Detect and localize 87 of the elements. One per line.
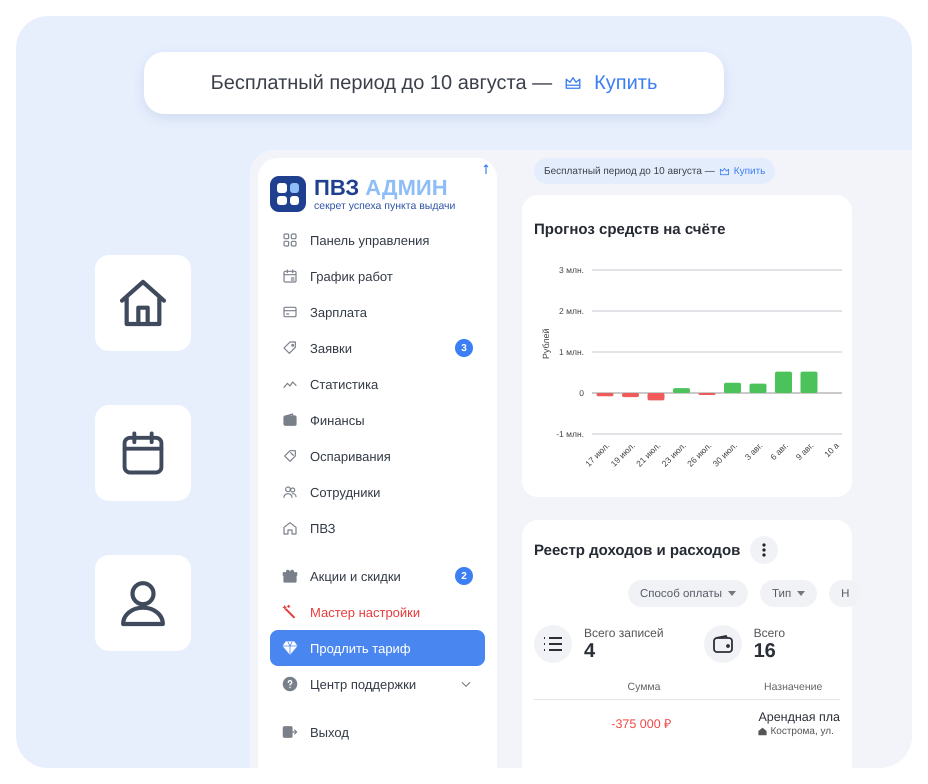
crown-icon — [718, 166, 730, 176]
list-icon — [534, 625, 572, 663]
tag-icon — [282, 340, 298, 356]
sidebar-item[interactable]: Мастер настройки — [270, 594, 485, 630]
purpose-cell: Арендная пла — [758, 710, 840, 724]
x-tick-label: 21 июл. — [634, 440, 662, 469]
x-tick-label: 6 авг. — [768, 440, 790, 462]
buy-link[interactable]: Купить — [594, 72, 658, 94]
magic-wand-icon — [282, 604, 298, 620]
diamond-icon — [282, 640, 298, 656]
card-title: Прогноз средств на счёте — [534, 221, 727, 238]
bar — [750, 384, 766, 393]
card-title: Реестр доходов и расходов — [534, 542, 740, 558]
people-icon — [282, 484, 298, 500]
stat-label: Всего записей — [584, 626, 664, 640]
bar — [800, 372, 818, 393]
x-tick-label: 30 июл. — [710, 440, 739, 469]
grid-icon — [282, 232, 298, 248]
sidebar-item[interactable]: Сотрудники — [270, 474, 485, 510]
y-tick-label: -1 млн. — [556, 429, 584, 439]
y-axis-label: Рублей — [541, 328, 551, 360]
bar — [724, 382, 741, 393]
sidebar-item[interactable]: Выход — [270, 714, 485, 750]
sidebar-item[interactable]: Зарплата — [270, 294, 485, 330]
bar — [698, 393, 716, 396]
card-icon — [282, 304, 298, 320]
home-icon — [282, 520, 298, 536]
up-arrow-icon — [483, 164, 489, 174]
sidebar-item[interactable]: Заявки 3 — [270, 330, 485, 366]
home-icon — [758, 727, 768, 736]
sidebar-item[interactable]: Продлить тариф — [270, 630, 485, 666]
bar — [673, 388, 690, 393]
y-tick-label: 1 млн. — [559, 347, 584, 357]
trial-text: Бесплатный период до 10 августа — — [544, 166, 715, 176]
sidebar-item[interactable]: Центр поддержки — [270, 666, 485, 702]
bar — [648, 393, 664, 400]
count-badge: 3 — [455, 339, 473, 357]
kebab-icon — [762, 543, 766, 557]
caret-icon — [728, 591, 736, 596]
amount-cell-text: -375 000 ₽ — [610, 716, 672, 733]
x-tick-label: 3 авг. — [742, 440, 764, 462]
stat-value: 4 — [584, 640, 596, 662]
bar — [596, 393, 614, 396]
sidebar-item[interactable]: Акции и скидки 2 — [270, 558, 485, 594]
sidebar-item[interactable]: Панель управления — [270, 222, 485, 258]
x-tick-label: 23 июл. — [660, 440, 688, 469]
filter-dropdown[interactable]: Тип — [760, 580, 818, 607]
sidebar-item[interactable]: Оспаривания — [270, 438, 485, 474]
ticket-icon — [282, 448, 298, 464]
caret-icon — [797, 591, 806, 596]
logo-tagline: секрет успеха пункта выдачи — [314, 200, 456, 212]
more-button[interactable] — [750, 536, 778, 564]
stat-label: Всего — [754, 626, 786, 640]
count-badge: 2 — [455, 567, 473, 585]
user-tile[interactable] — [95, 555, 191, 651]
sidebar-item[interactable]: ПВЗ — [270, 510, 485, 546]
help-icon — [282, 676, 298, 692]
sidebar-item[interactable]: График работ — [270, 258, 485, 294]
wallet-icon — [704, 625, 742, 663]
column-header: Назначение — [764, 681, 822, 693]
x-tick-label: 19 июл. — [608, 440, 637, 469]
calendar-icon — [282, 268, 298, 284]
x-tick-label: 10 а — [822, 440, 841, 460]
filter-dropdown[interactable]: Способ оплаты — [628, 580, 748, 607]
x-tick-label: 17 июл. — [583, 440, 612, 469]
bar — [622, 393, 639, 398]
y-tick-label: 3 млн. — [559, 265, 584, 275]
sidebar-item[interactable]: Финансы — [270, 402, 485, 438]
x-tick-label: 9 авг. — [794, 440, 816, 462]
column-header: Сумма — [626, 681, 662, 693]
y-tick-label: 2 млн. — [559, 306, 584, 316]
promo-text: Бесплатный период до 10 августа — — [210, 72, 552, 94]
logo-text: ПВЗ — [314, 176, 360, 200]
logo-text: АДМИН — [365, 176, 448, 200]
logout-icon — [282, 724, 298, 740]
home-tile[interactable] — [95, 255, 191, 351]
bar — [775, 372, 792, 393]
stat-value: 16 — [754, 640, 777, 662]
calendar-tile[interactable] — [95, 405, 191, 501]
sidebar-item[interactable]: Статистика — [270, 366, 485, 402]
x-tick-label: 26 июл. — [685, 440, 714, 469]
logo-icon — [270, 176, 306, 212]
gift-icon — [282, 568, 298, 584]
wallet-icon — [282, 412, 298, 428]
address-text: Кострома, ул. — [770, 726, 834, 737]
y-tick-label: 0 — [579, 388, 584, 398]
crown-icon — [564, 74, 582, 92]
